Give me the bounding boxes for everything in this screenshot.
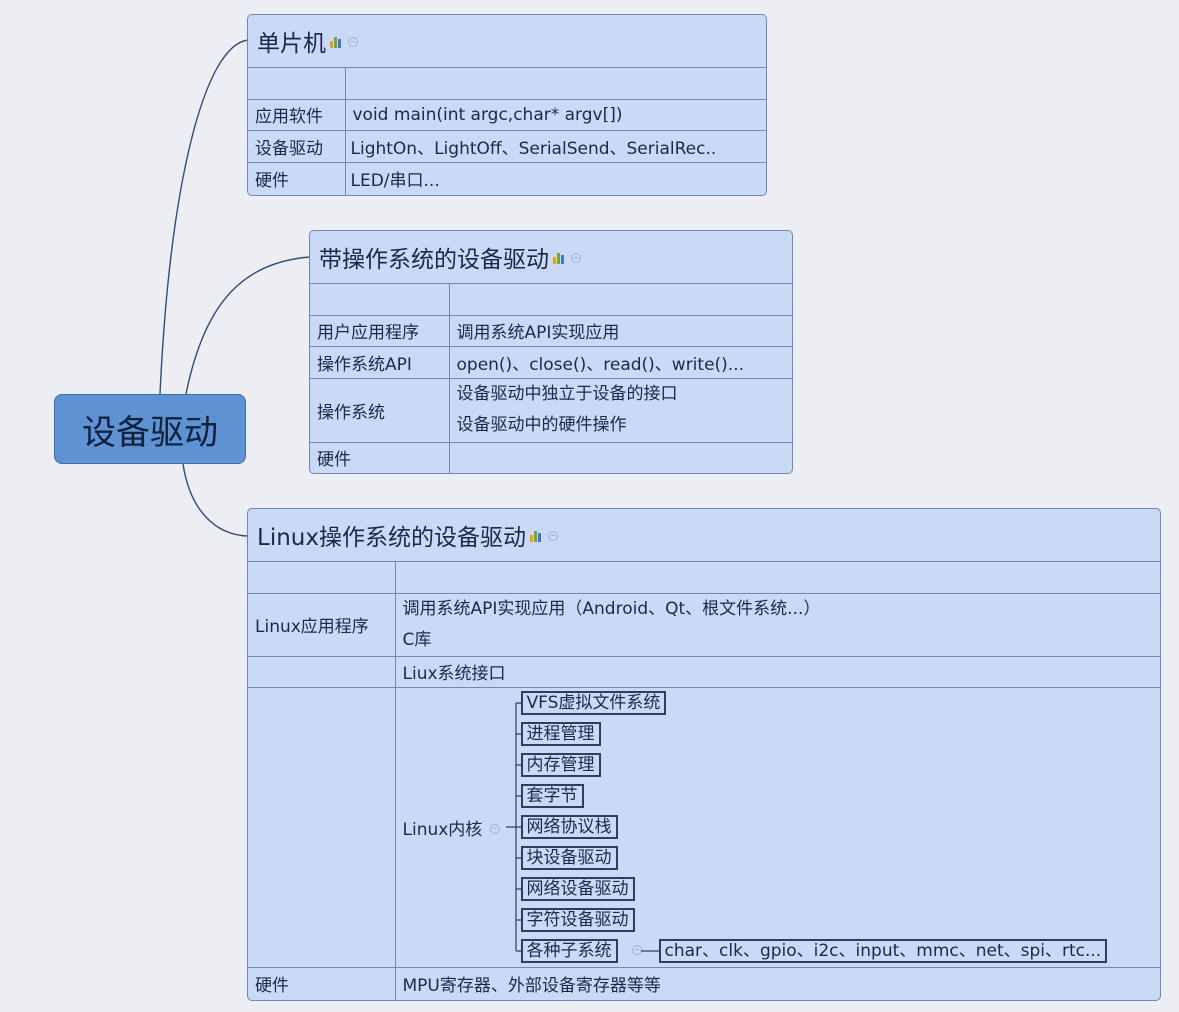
cell-line: C库: [402, 629, 432, 650]
kernel-label-text: Linux内核: [402, 820, 483, 840]
subsystem-item[interactable]: 网络协议栈: [520, 815, 618, 839]
table-cell: [248, 686, 396, 968]
table-cell: [248, 68, 346, 100]
table-row: 用户应用程序 调用系统API实现应用: [310, 314, 792, 347]
collapse-icon[interactable]: [348, 37, 358, 47]
table-cell: [448, 441, 792, 473]
table-cell: [248, 562, 396, 594]
table-row: [310, 284, 792, 316]
kernel-label: Linux内核: [403, 815, 501, 840]
topic-os-title-text: 带操作系统的设备驱动: [319, 247, 549, 273]
kernel-subtree: Linux内核 VFS虚拟文件系统 进程管理 内存管理 套字节 网络协议栈 块设…: [396, 689, 1160, 965]
table-cell: 硬件: [248, 966, 396, 1000]
topic-linux-table: Linux应用程序 调用系统API实现应用（Android、Qt、根文件系统..…: [248, 562, 1160, 1000]
topic-mcu-title: 单片机: [248, 15, 766, 68]
topic-mcu-title-text: 单片机: [257, 31, 326, 57]
table-cell: 调用系统API实现应用: [448, 314, 792, 347]
table-cell: Linux应用程序: [248, 592, 396, 657]
table-cell: [310, 284, 450, 316]
topic-os[interactable]: 带操作系统的设备驱动 用户应用程序 调用系统API实现应用 操作系统API op…: [309, 230, 793, 474]
table-row: [248, 68, 766, 100]
topic-linux-title-text: Linux操作系统的设备驱动: [257, 525, 526, 551]
subsystem-item[interactable]: 套字节: [520, 784, 584, 808]
table-cell: MPU寄存器、外部设备寄存器等等: [394, 966, 1160, 1000]
subsystem-item[interactable]: 进程管理: [520, 722, 601, 746]
table-cell: 设备驱动中独立于设备的接口 设备驱动中的硬件操作: [448, 377, 792, 443]
subsystem-detail[interactable]: char、clk、gpio、i2c、input、mmc、net、spi、rtc.…: [658, 939, 1108, 963]
collapse-icon[interactable]: [571, 253, 581, 263]
cell-line: 设备驱动中的硬件操作: [456, 415, 627, 435]
table-row: 硬件 LED/串口...: [248, 161, 766, 195]
topic-linux-title: Linux操作系统的设备驱动: [248, 509, 1160, 562]
table-cell: LightOn、LightOff、SerialSend、SerialRec..: [344, 129, 766, 163]
table-row: 设备驱动 LightOn、LightOff、SerialSend、SerialR…: [248, 129, 766, 163]
table-row: [248, 562, 1160, 594]
table-cell: 应用软件: [248, 98, 346, 131]
cell-line: 调用系统API实现应用（Android、Qt、根文件系统...）: [402, 598, 821, 619]
chart-tag-icon: [529, 528, 542, 542]
subsystem-detail-connector: [640, 950, 659, 952]
chart-tag-icon: [553, 250, 565, 264]
table-cell: 硬件: [248, 161, 346, 195]
table-cell: 硬件: [310, 441, 450, 473]
topic-os-table: 用户应用程序 调用系统API实现应用 操作系统API open()、close(…: [310, 284, 792, 473]
table-cell: [344, 68, 766, 100]
table-row: 硬件: [310, 441, 792, 473]
subsystem-item[interactable]: 字符设备驱动: [520, 908, 635, 932]
table-cell: 设备驱动: [248, 129, 346, 163]
topic-mcu[interactable]: 单片机 应用软件 void main(int argc,char* argv[]…: [247, 14, 767, 196]
table-row: Linux应用程序 调用系统API实现应用（Android、Qt、根文件系统..…: [248, 592, 1160, 657]
table-cell: 操作系统: [310, 377, 450, 443]
collapse-icon[interactable]: [490, 823, 501, 834]
collapse-icon[interactable]: [547, 531, 558, 541]
table-cell: 调用系统API实现应用（Android、Qt、根文件系统...） C库: [394, 592, 1160, 657]
chart-tag-icon: [330, 34, 342, 48]
table-row: Linux内核 VFS虚拟文件系统 进程管理 内存管理 套字节 网络协议栈 块设…: [248, 686, 1160, 968]
table-row: Liux系统接口: [248, 655, 1160, 688]
subsystem-item[interactable]: 内存管理: [520, 753, 601, 777]
subsystem-item[interactable]: VFS虚拟文件系统: [520, 691, 667, 715]
topic-linux[interactable]: Linux操作系统的设备驱动 Linux应用程序 调用系统API实现应用（And…: [247, 508, 1161, 1001]
table-cell: [248, 655, 396, 688]
table-cell: [448, 284, 792, 316]
table-row: 应用软件 void main(int argc,char* argv[]): [248, 98, 766, 131]
table-cell: open()、close()、read()、write()...: [448, 345, 792, 379]
cell-line: 设备驱动中独立于设备的接口: [456, 384, 678, 404]
table-cell: Linux内核 VFS虚拟文件系统 进程管理 内存管理 套字节 网络协议栈 块设…: [394, 686, 1160, 968]
central-topic[interactable]: 设备驱动: [54, 394, 246, 464]
subsystem-item[interactable]: 网络设备驱动: [520, 877, 635, 901]
table-cell: LED/串口...: [344, 161, 766, 195]
table-row: 操作系统 设备驱动中独立于设备的接口 设备驱动中的硬件操作: [310, 377, 792, 443]
topic-os-title: 带操作系统的设备驱动: [310, 231, 792, 284]
table-row: 硬件 MPU寄存器、外部设备寄存器等等: [248, 966, 1160, 1000]
table-cell: 操作系统API: [310, 345, 450, 379]
table-row: 操作系统API open()、close()、read()、write()...: [310, 345, 792, 379]
table-cell: [394, 562, 1160, 594]
topic-mcu-table: 应用软件 void main(int argc,char* argv[]) 设备…: [248, 68, 766, 195]
table-cell: void main(int argc,char* argv[]): [344, 98, 766, 131]
subsystem-item[interactable]: 块设备驱动: [520, 846, 618, 870]
table-cell: 用户应用程序: [310, 314, 450, 347]
subsystem-item[interactable]: 各种子系统: [520, 939, 618, 963]
table-cell: Liux系统接口: [394, 655, 1160, 688]
